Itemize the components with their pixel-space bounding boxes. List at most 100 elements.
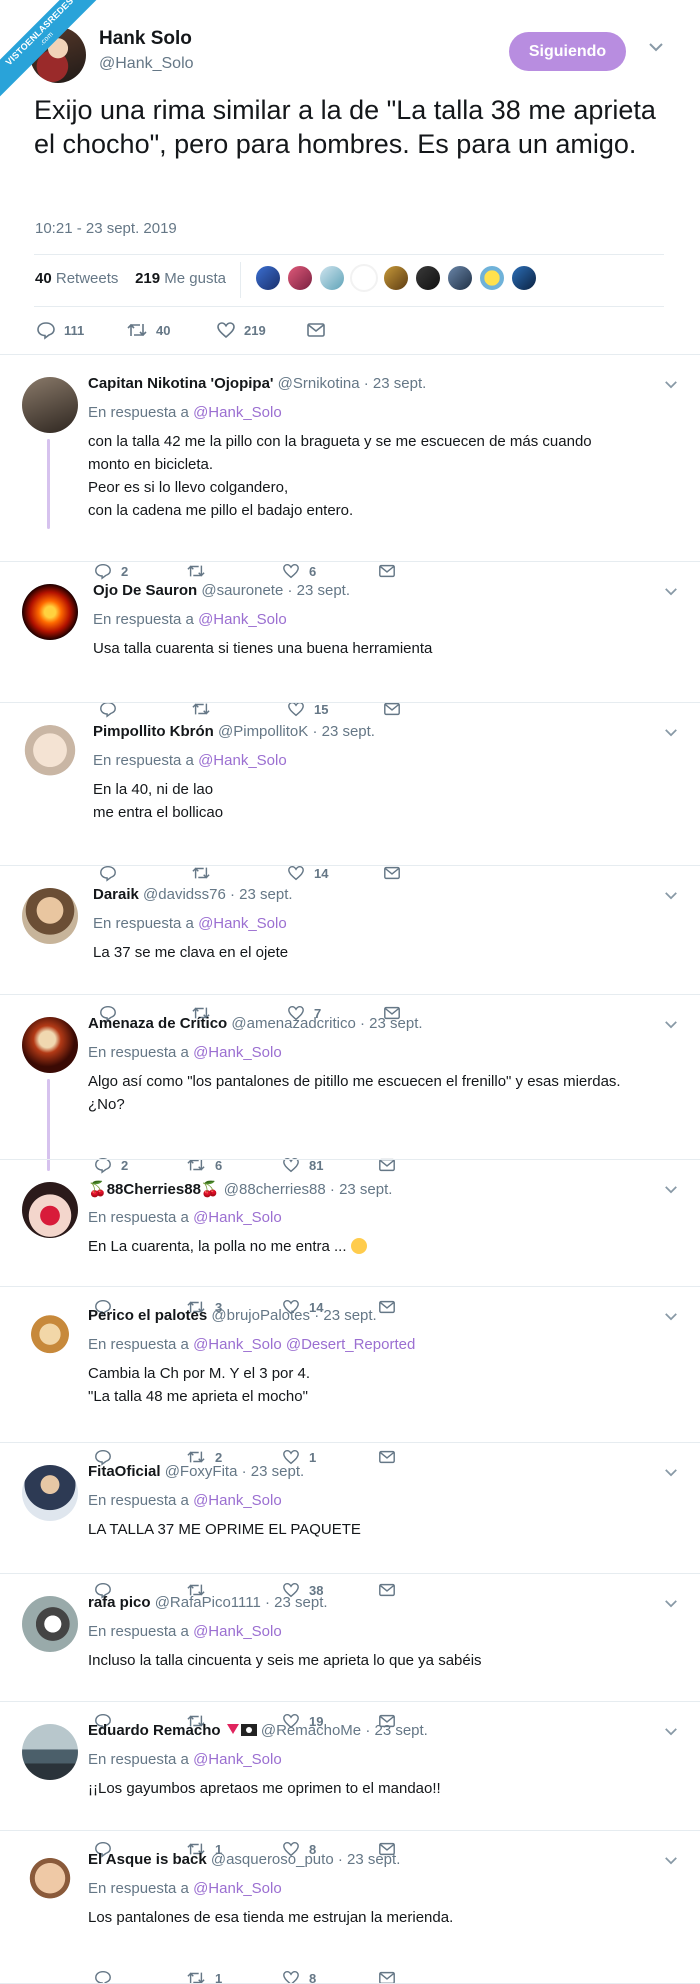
author-name[interactable]: Amenaza de Crítico: [88, 1015, 227, 1032]
tweet-stats[interactable]: 40 Retweets 219 Me gusta: [35, 270, 226, 287]
chevron-down-icon[interactable]: [664, 728, 678, 737]
mention-link[interactable]: @Hank_Solo: [193, 1492, 282, 1509]
chevron-down-icon[interactable]: [664, 380, 678, 389]
liker-avatar[interactable]: [254, 264, 282, 292]
reply-tweet[interactable]: rafa pico @RafaPico1111 · 23 sept. En res…: [0, 1574, 700, 1730]
avatar[interactable]: [22, 888, 78, 944]
liker-avatar[interactable]: [350, 264, 378, 292]
liker-avatar[interactable]: [510, 264, 538, 292]
reply-tweet[interactable]: El Asque is back @asqueroso_puto · 23 se…: [0, 1831, 700, 1984]
mention-link[interactable]: @Hank_Solo: [193, 1044, 282, 1061]
reply-button[interactable]: [94, 1969, 121, 1984]
message-button[interactable]: [306, 320, 326, 340]
chevron-down-icon[interactable]: [664, 1185, 678, 1194]
reply-date[interactable]: · 23 sept.: [312, 723, 375, 740]
mention-link[interactable]: @Hank_Solo: [198, 611, 287, 628]
chevron-down-icon[interactable]: [648, 42, 664, 52]
reply-tweet[interactable]: Capitan Nikotina 'Ojopipa' @Srnikotina ·…: [0, 355, 700, 580]
reply-date[interactable]: · 23 sept.: [338, 1851, 401, 1868]
mention-link[interactable]: @Hank_Solo: [198, 752, 287, 769]
reply-date[interactable]: · 23 sept.: [265, 1594, 328, 1611]
avatar[interactable]: [22, 1596, 78, 1652]
author-handle[interactable]: @PimpollitoK: [218, 723, 308, 740]
retweet-button[interactable]: 40: [126, 320, 170, 340]
author-name[interactable]: El Asque is back: [88, 1851, 207, 1868]
reply-date[interactable]: · 23 sept.: [360, 1015, 423, 1032]
author-name[interactable]: FitaOficial: [88, 1463, 161, 1480]
author-name[interactable]: Ojo De Sauron: [93, 582, 197, 599]
author-handle[interactable]: @88cherries88: [224, 1181, 326, 1198]
reply-date[interactable]: · 23 sept.: [330, 1181, 393, 1198]
reply-date[interactable]: · 23 sept.: [230, 886, 293, 903]
mention-link[interactable]: @Hank_Solo: [193, 404, 282, 421]
message-button[interactable]: [378, 1969, 396, 1984]
author-handle[interactable]: @RafaPico1111: [155, 1594, 261, 1611]
author-handle[interactable]: @sauronete: [201, 582, 283, 599]
reply-tweet[interactable]: FitaOficial @FoxyFita · 23 sept. En respu…: [0, 1443, 700, 1599]
author-handle[interactable]: @Srnikotina: [278, 375, 360, 392]
mention-link[interactable]: @Hank_Solo: [193, 1623, 282, 1640]
retweet-button[interactable]: 1: [186, 1969, 222, 1984]
liker-avatar[interactable]: [286, 264, 314, 292]
liker-avatar[interactable]: [382, 264, 410, 292]
reply-tweet[interactable]: Amenaza de Crítico @amenazadcritico · 23…: [0, 995, 700, 1174]
avatar[interactable]: [22, 1465, 78, 1521]
reply-date[interactable]: · 23 sept.: [242, 1463, 305, 1480]
author-name[interactable]: 88Cherries88: [107, 1181, 201, 1198]
mention-link[interactable]: @Hank_Solo: [193, 1209, 282, 1226]
author-name[interactable]: Perico el palotes: [88, 1307, 207, 1324]
chevron-down-icon[interactable]: [664, 1727, 678, 1736]
reply-tweet[interactable]: Eduardo Remacho @RemachoMe · 23 sept. En …: [0, 1702, 700, 1858]
chevron-down-icon[interactable]: [664, 587, 678, 596]
liker-avatar[interactable]: [414, 264, 442, 292]
mention-link[interactable]: @Hank_Solo: [193, 1880, 282, 1897]
mention-link[interactable]: @Hank_Solo: [193, 1751, 282, 1768]
avatar[interactable]: [22, 1724, 78, 1780]
reply-tweet[interactable]: Ojo De Sauron @sauronete · 23 sept. En re…: [0, 562, 700, 718]
reply-date[interactable]: · 23 sept.: [287, 582, 350, 599]
chevron-down-icon[interactable]: [664, 1312, 678, 1321]
reply-tweet[interactable]: 🍒88Cherries88🍒 @88cherries88 · 23 sept. E…: [0, 1160, 700, 1316]
author-name[interactable]: Daraik: [93, 886, 139, 903]
author-name[interactable]: rafa pico: [88, 1594, 151, 1611]
author-handle[interactable]: @FoxyFita: [165, 1463, 238, 1480]
reply-tweet[interactable]: Pimpollito Kbrón @PimpollitoK · 23 sept.…: [0, 703, 700, 882]
reply-date[interactable]: · 23 sept.: [365, 1722, 428, 1739]
reply-date[interactable]: · 23 sept.: [314, 1307, 377, 1324]
avatar[interactable]: [22, 1017, 78, 1073]
avatar[interactable]: [22, 725, 78, 781]
avatar[interactable]: [22, 1853, 78, 1909]
like-button[interactable]: 8: [282, 1969, 316, 1984]
author-handle[interactable]: @amenazadcritico: [231, 1015, 355, 1032]
author-handle[interactable]: @RemachoMe: [261, 1722, 361, 1739]
author-name[interactable]: Pimpollito Kbrón: [93, 723, 214, 740]
author-handle[interactable]: @Hank_Solo: [99, 55, 194, 73]
author-handle[interactable]: @davidss76: [143, 886, 226, 903]
avatar[interactable]: [22, 377, 78, 433]
author-name[interactable]: Capitan Nikotina 'Ojopipa': [88, 375, 273, 392]
chevron-down-icon[interactable]: [664, 1599, 678, 1608]
chevron-down-icon[interactable]: [664, 891, 678, 900]
avatar[interactable]: [22, 584, 78, 640]
mention-link[interactable]: @Hank_Solo: [198, 915, 287, 932]
chevron-down-icon[interactable]: [664, 1020, 678, 1029]
reply-date[interactable]: · 23 sept.: [364, 375, 427, 392]
chevron-down-icon[interactable]: [664, 1468, 678, 1477]
author-handle[interactable]: @asqueroso_puto: [211, 1851, 334, 1868]
author-handle[interactable]: @brujoPalotes: [211, 1307, 310, 1324]
mention-link[interactable]: @Hank_Solo @Desert_Reported: [193, 1336, 415, 1353]
author-name[interactable]: Eduardo Remacho: [88, 1722, 221, 1739]
reply-button[interactable]: 111: [36, 320, 84, 340]
author-name[interactable]: Hank Solo: [99, 28, 192, 50]
liker-avatar[interactable]: [318, 264, 346, 292]
following-button[interactable]: Siguiendo: [509, 32, 626, 71]
tweet-timestamp[interactable]: 10:21 - 23 sept. 2019: [35, 220, 177, 237]
reply-tweet[interactable]: Daraik @davidss76 · 23 sept. En respuesta…: [0, 866, 700, 1022]
liker-avatar[interactable]: [446, 264, 474, 292]
reply-tweet[interactable]: Perico el palotes @brujoPalotes · 23 sep…: [0, 1287, 700, 1466]
chevron-down-icon[interactable]: [664, 1856, 678, 1865]
like-button[interactable]: 219: [216, 320, 266, 340]
avatar[interactable]: [22, 1182, 78, 1238]
avatar[interactable]: [22, 1309, 78, 1365]
liker-avatar[interactable]: [478, 264, 506, 292]
